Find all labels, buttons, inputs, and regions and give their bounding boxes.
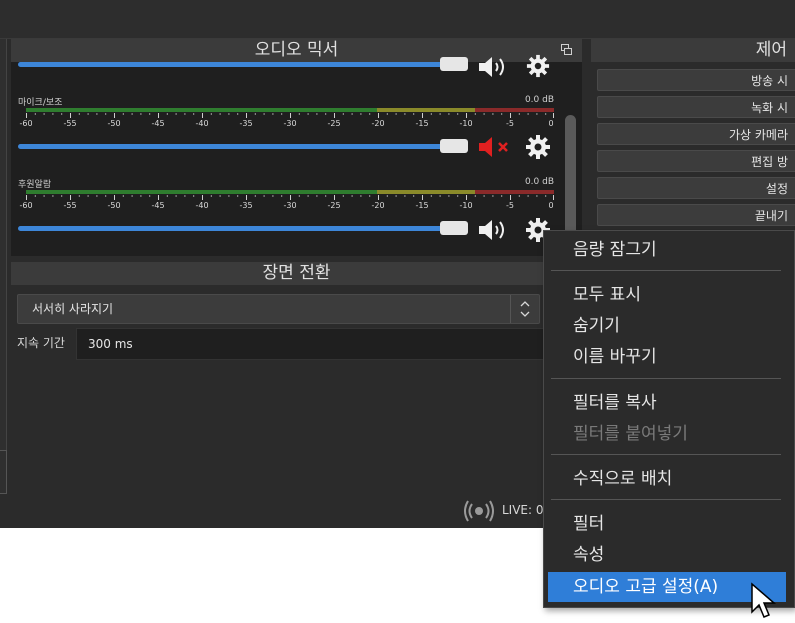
studio-mode-button[interactable]: 편집 방 [597,150,795,172]
scene-transition-title: 장면 전환 [11,262,582,285]
meter-tick-label: -60 [19,119,33,128]
scene-transition-title-text: 장면 전환 [262,263,331,283]
menu-separator [551,378,781,379]
meter-tick-label: -45 [151,201,165,210]
select-spin-buttons[interactable] [510,295,539,323]
exit-button[interactable]: 끝내기 [597,204,795,226]
meter-tick-label: -15 [415,119,429,128]
meter-tick-label: -20 [371,119,385,128]
settings-button[interactable]: 설정 [597,177,795,199]
menu-separator [551,270,781,271]
meter-tick-label: -40 [195,201,209,210]
menu-item-hide[interactable]: 숨기기 [544,311,794,341]
meter-tick-label: -55 [63,119,77,128]
speaker-icon[interactable] [477,218,513,242]
menu-item-lock-volume[interactable]: 음량 잠그기 [544,235,794,265]
meter-tick-label: -30 [283,119,297,128]
controls-title-text: 제어 [755,40,787,60]
meter-tick-label: -50 [107,201,121,210]
duration-label: 지속 기간 [17,336,65,350]
menu-separator [551,454,781,455]
meter-tick-label: -5 [506,201,514,210]
meter-tick-label: -25 [327,119,341,128]
meter-tick-label: -50 [107,119,121,128]
meter-tick-label: -5 [506,119,514,128]
menu-item-paste-filters: 필터를 붙여넣기 [573,424,688,444]
controls-title: 제어 [591,39,795,62]
menu-item-filters[interactable]: 필터 [544,509,794,539]
menu-item-copy-filters[interactable]: 필터를 복사 [544,388,794,418]
gear-icon[interactable] [525,54,551,78]
volume-slider-alert[interactable] [18,226,448,231]
meter-scale-alert: -60 -55 -50 -45 -40 -35 -30 -25 -20 -15 -10 -5 0 [19,201,554,211]
volume-slider-handle[interactable] [440,221,468,235]
live-status-text: LIVE: 0 [502,503,544,517]
gear-icon[interactable] [525,134,551,160]
meter-tick-label: -10 [459,201,473,210]
meter-tick-label: -10 [459,119,473,128]
context-menu: 음량 잠그기 모두 표시 숨기기 이름 바꾸기 필터를 복사 필터를 붙여넣기 … [543,230,795,608]
channel-db-alert: 0.0 dB [524,177,554,187]
chevron-updown-icon [520,301,530,317]
meter-tick-label: -20 [371,201,385,210]
duration-value: 300 ms [88,337,133,351]
audio-mixer-title-text: 오디오 믹서 [254,40,339,60]
duration-input[interactable]: 300 ms [76,328,548,360]
top-area [0,0,795,39]
volume-slider-mic[interactable] [18,144,448,149]
undock-icon[interactable] [561,44,572,55]
live-broadcast-icon [464,500,494,522]
menu-item-show-all[interactable]: 모두 표시 [544,280,794,310]
menu-item-rename[interactable]: 이름 바꾸기 [544,342,794,372]
audio-mixer-panel: 마이크/보조 0.0 dB -60 -55 -50 -45 -40 -35 -30 -25 -2… [11,54,582,256]
level-meter-alert [26,190,554,194]
meter-tick-label: -25 [327,201,341,210]
left-dock-button[interactable] [0,450,7,494]
transition-select[interactable]: 서서히 사라지기 [17,294,540,324]
meter-tick-label: -60 [19,201,33,210]
start-streaming-button[interactable]: 방송 시 [597,69,795,91]
meter-tick-label: -45 [151,119,165,128]
meter-tick-label: 0 [548,201,554,210]
channel-db-mic: 0.0 dB [524,95,554,105]
virtual-camera-button[interactable]: 가상 카메라 [597,123,795,145]
channel-name-alert: 후원알람 [18,180,52,190]
level-meter-mic [26,108,554,112]
meter-tick-label: 0 [548,119,554,128]
volume-slider-handle[interactable] [440,139,468,153]
menu-item-vertical-layout[interactable]: 수직으로 배치 [544,464,794,494]
speaker-icon[interactable] [477,56,513,78]
menu-separator [551,499,781,500]
mouse-cursor-icon [751,582,777,618]
start-recording-button[interactable]: 녹화 시 [597,96,795,118]
channel-name-mic: 마이크/보조 [18,98,63,108]
meter-tick-label: -35 [239,201,253,210]
left-dock-edge [0,39,7,491]
volume-slider-handle[interactable] [440,57,468,71]
volume-slider-top[interactable] [18,62,448,67]
meter-scale-mic: -60 -55 -50 -45 -40 -35 -30 -25 -20 -15 -10 -5 0 [19,119,554,129]
meter-tick-label: -30 [283,201,297,210]
meter-tick-label: -40 [195,119,209,128]
menu-item-properties[interactable]: 속성 [544,540,794,570]
muted-speaker-icon[interactable] [477,135,517,159]
meter-tick-label: -35 [239,119,253,128]
transition-select-value: 서서히 사라지기 [32,302,114,316]
meter-tick-label: -15 [415,201,429,210]
meter-tick-label: -55 [63,201,77,210]
